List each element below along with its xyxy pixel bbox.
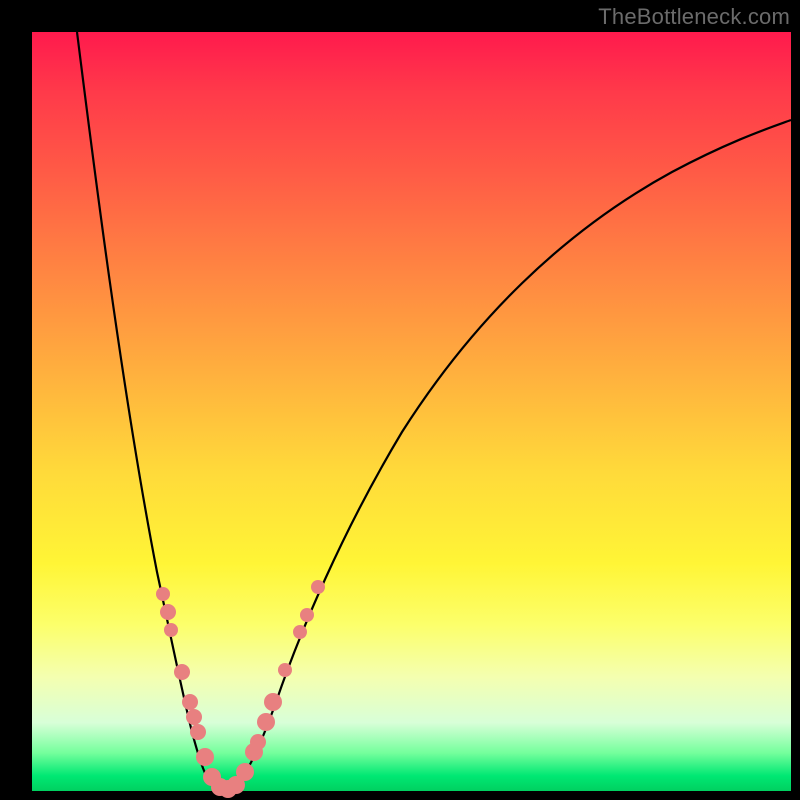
curve-left-branch: [77, 32, 224, 790]
data-marker: [196, 748, 214, 766]
data-marker: [190, 724, 206, 740]
data-marker: [186, 709, 202, 725]
data-marker: [300, 608, 314, 622]
data-marker: [164, 623, 178, 637]
data-marker: [278, 663, 292, 677]
data-marker: [250, 734, 266, 750]
data-marker: [182, 694, 198, 710]
data-marker: [174, 664, 190, 680]
curve-right-branch: [224, 120, 791, 790]
data-marker: [264, 693, 282, 711]
data-marker: [156, 587, 170, 601]
data-marker: [257, 713, 275, 731]
chart-plot-area: [32, 32, 791, 791]
data-marker: [236, 763, 254, 781]
data-marker: [160, 604, 176, 620]
data-marker: [311, 580, 325, 594]
chart-curves-svg: [32, 32, 791, 791]
watermark: TheBottleneck.com: [598, 4, 790, 30]
data-marker: [293, 625, 307, 639]
